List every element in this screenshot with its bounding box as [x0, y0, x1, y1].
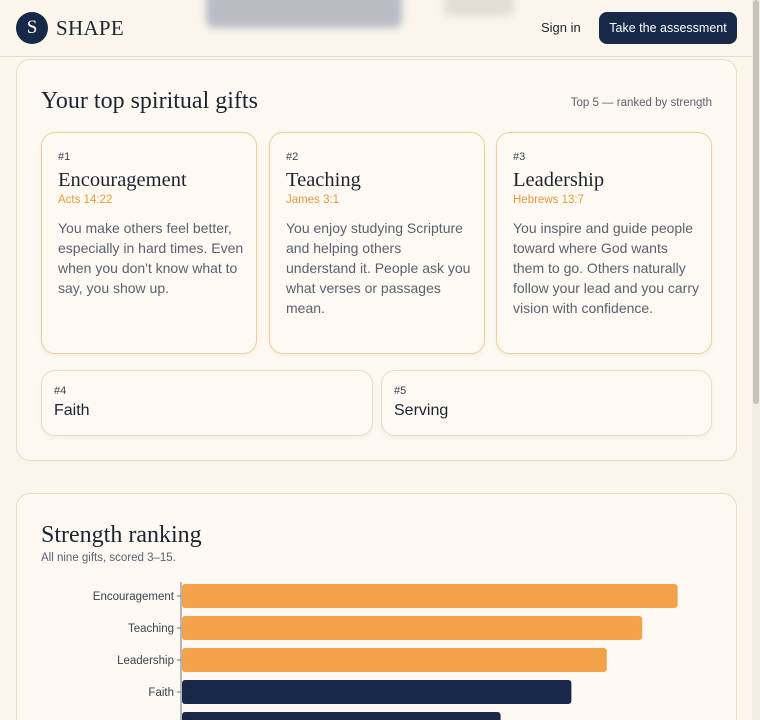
chart-tick-label: Encouragement [93, 591, 175, 603]
chart-bar [182, 680, 572, 704]
scrollbar-track[interactable] [752, 0, 760, 720]
gift-rank: #5 [394, 385, 407, 397]
gift-description: You inspire and guide people toward wher… [513, 220, 699, 316]
strength-ranking-card: Strength ranking All nine gifts, scored … [16, 493, 737, 720]
gift-card-serving[interactable]: #5 Serving [381, 370, 712, 436]
gift-name: Teaching [286, 169, 361, 191]
scrollbar-thumb[interactable] [753, 0, 759, 404]
gift-card-teaching[interactable]: #2 Teaching James 3:1 You enjoy studying… [269, 132, 485, 354]
gift-description: You make others feel better, especially … [58, 220, 244, 296]
top-gifts-title: Your top spiritual gifts [41, 88, 258, 114]
gift-card-faith[interactable]: #4 Faith [41, 370, 373, 436]
chart-bar [182, 584, 678, 608]
brand-name[interactable]: SHAPE [56, 16, 124, 41]
sign-in-link[interactable]: Sign in [541, 20, 581, 35]
gift-rank: #1 [58, 151, 71, 163]
chart-tick-label: Teaching [128, 623, 174, 635]
gift-rank: #2 [286, 151, 299, 163]
gift-name: Serving [394, 402, 449, 419]
chart-bar [182, 616, 643, 640]
chart-bar [182, 712, 501, 720]
gift-verse: Hebrews 13:7 [513, 194, 584, 206]
gift-verse: Acts 14:22 [58, 194, 113, 206]
top-gifts-card: Your top spiritual gifts Top 5 — ranked … [16, 59, 737, 461]
top-gifts-subtitle: Top 5 — ranked by strength [570, 97, 712, 109]
strength-bar-chart: Encouragement Teaching Leadership Faith [93, 582, 678, 720]
gift-rank: #4 [54, 385, 67, 397]
gift-name: Encouragement [58, 169, 187, 191]
chart-tick-label: Leadership [117, 655, 174, 667]
gift-verse: James 3:1 [286, 194, 340, 206]
chart-tick-label: Faith [148, 687, 174, 699]
gift-card-encouragement[interactable]: #1 Encouragement Acts 14:22 You make oth… [41, 132, 257, 354]
gift-rank: #3 [513, 151, 526, 163]
take-assessment-button[interactable]: Take the assessment [599, 12, 737, 44]
gift-card-leadership[interactable]: #3 Leadership Hebrews 13:7 You inspire a… [496, 132, 712, 354]
gift-name: Leadership [513, 169, 605, 191]
gift-description: You enjoy studying Scripture and helping… [286, 220, 471, 316]
gift-name: Faith [54, 402, 90, 419]
top-navigation: S SHAPE Sign in Take the assessment [0, 0, 752, 57]
chart-bar [182, 648, 607, 672]
blurred-nav-element-2 [444, 0, 514, 16]
logo-badge[interactable]: S [16, 12, 48, 44]
blurred-nav-element [206, 0, 402, 28]
